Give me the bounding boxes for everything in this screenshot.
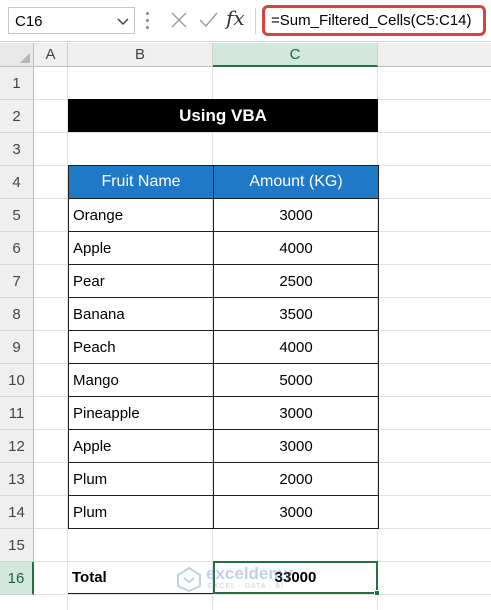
table-row: Pineapple 3000 <box>68 396 379 430</box>
column-header-a[interactable]: A <box>34 43 68 67</box>
amount-cell[interactable]: 3500 <box>213 297 379 331</box>
table-row: Apple 4000 <box>68 231 379 265</box>
row-header-16[interactable]: 16 <box>0 562 34 595</box>
sheet-title: Using VBA <box>68 99 378 132</box>
table-row: Banana 3500 <box>68 297 379 331</box>
watermark-name: exceldemy <box>206 564 293 583</box>
row-header-10[interactable]: 10 <box>0 364 34 397</box>
table-row: Apple 3000 <box>68 429 379 463</box>
spreadsheet-grid: A B C 1 2 3 4 5 6 7 8 9 10 11 12 13 14 15 16 Using VBA … <box>0 43 491 610</box>
row-header-12[interactable]: 12 <box>0 430 34 463</box>
header-amount[interactable]: Amount (KG) <box>213 165 379 199</box>
amount-cell[interactable]: 3000 <box>213 495 379 529</box>
amount-cell[interactable]: 3000 <box>213 198 379 232</box>
formula-bar-resize-handle[interactable] <box>146 12 150 30</box>
fruit-name-cell[interactable]: Apple <box>68 231 214 265</box>
name-box[interactable]: C16 <box>8 7 135 34</box>
amount-cell[interactable]: 3000 <box>213 396 379 430</box>
table-row: Mango 5000 <box>68 363 379 397</box>
column-header-d[interactable] <box>378 43 491 67</box>
amount-cell[interactable]: 3000 <box>213 429 379 463</box>
row-header-4[interactable]: 4 <box>0 166 34 199</box>
fruit-name-cell[interactable]: Plum <box>68 462 214 496</box>
watermark-logo: exceldemy EXCEL · DATA · BI <box>172 560 312 598</box>
row-header-8[interactable]: 8 <box>0 298 34 331</box>
amount-cell[interactable]: 2000 <box>213 462 379 496</box>
fruit-name-cell[interactable]: Apple <box>68 429 214 463</box>
fruit-name-cell[interactable]: Plum <box>68 495 214 529</box>
column-header-c[interactable]: C <box>213 43 378 67</box>
row-header-11[interactable]: 11 <box>0 397 34 430</box>
row-header-3[interactable]: 3 <box>0 133 34 166</box>
chevron-down-icon[interactable] <box>116 14 130 28</box>
row-header-1[interactable]: 1 <box>0 67 34 100</box>
cancel-icon[interactable] <box>168 9 190 31</box>
fill-handle[interactable] <box>374 590 380 596</box>
column-header-b[interactable]: B <box>68 43 213 67</box>
name-box-value: C16 <box>15 13 43 30</box>
row-header-13[interactable]: 13 <box>0 463 34 496</box>
fruit-table: Fruit Name Amount (KG) Orange 3000 Apple 40… <box>68 165 379 529</box>
row-header-9[interactable]: 9 <box>0 331 34 364</box>
fruit-name-cell[interactable]: Orange <box>68 198 214 232</box>
fruit-name-cell[interactable]: Mango <box>68 363 214 397</box>
table-row: Orange 3000 <box>68 198 379 232</box>
table-header-row: Fruit Name Amount (KG) <box>68 165 379 199</box>
row-header-15[interactable]: 15 <box>0 529 34 562</box>
exceldemy-logo-icon <box>177 566 201 592</box>
formula-bar: C16 fx =Sum_Filtered_Cells(C5:C14) <box>0 0 491 42</box>
row-header-7[interactable]: 7 <box>0 265 34 298</box>
row-header-6[interactable]: 6 <box>0 232 34 265</box>
fruit-name-cell[interactable]: Pineapple <box>68 396 214 430</box>
row-header-14[interactable]: 14 <box>0 496 34 529</box>
enter-check-icon[interactable] <box>197 9 219 31</box>
fruit-name-cell[interactable]: Pear <box>68 264 214 298</box>
formula-bar-divider <box>255 8 256 34</box>
table-row: Peach 4000 <box>68 330 379 364</box>
insert-function-icon[interactable]: fx <box>226 6 245 30</box>
formula-text: =Sum_Filtered_Cells(C5:C14) <box>271 12 472 29</box>
table-row: Plum 2000 <box>68 462 379 496</box>
watermark-tagline: EXCEL · DATA · BI <box>208 583 284 590</box>
table-row: Pear 2500 <box>68 264 379 298</box>
row-header-5[interactable]: 5 <box>0 199 34 232</box>
fruit-name-cell[interactable]: Peach <box>68 330 214 364</box>
amount-cell[interactable]: 4000 <box>213 330 379 364</box>
row-header-2[interactable]: 2 <box>0 100 34 133</box>
amount-cell[interactable]: 4000 <box>213 231 379 265</box>
header-fruit-name[interactable]: Fruit Name <box>68 165 214 199</box>
table-row: Plum 3000 <box>68 495 379 529</box>
fruit-name-cell[interactable]: Banana <box>68 297 214 331</box>
amount-cell[interactable]: 5000 <box>213 363 379 397</box>
formula-input[interactable]: =Sum_Filtered_Cells(C5:C14) <box>262 5 486 36</box>
select-all-corner[interactable] <box>0 43 34 67</box>
amount-cell[interactable]: 2500 <box>213 264 379 298</box>
gridline <box>34 132 491 133</box>
